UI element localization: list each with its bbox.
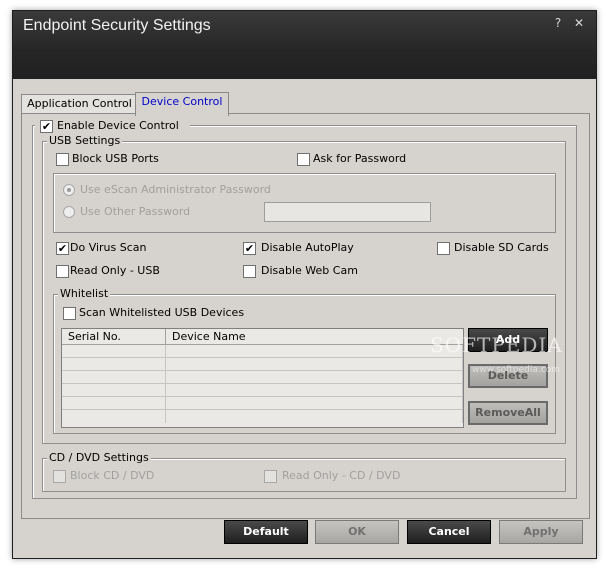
read-only-usb-label: Read Only - USB [70,264,160,277]
table-row[interactable] [166,384,463,397]
table-row[interactable] [62,358,166,371]
disable-autoplay-label: Disable AutoPlay [261,241,354,254]
block-cd-dvd-checkbox[interactable] [53,470,66,483]
table-row[interactable] [166,371,463,384]
table-row[interactable] [62,384,166,397]
table-row[interactable] [166,397,463,410]
admin-password-label: Use eScan Administrator Password [80,183,271,196]
scan-whitelisted-checkbox[interactable] [63,307,76,320]
table-row[interactable] [62,397,166,410]
usb-settings-label: USB Settings [47,134,123,147]
other-password-label: Use Other Password [80,205,191,218]
remove-all-button[interactable]: RemoveAll [468,401,548,425]
table-row[interactable] [166,345,463,358]
enable-device-control-checkbox[interactable]: ✔ [40,120,53,133]
column-header-device-name[interactable]: Device Name [166,329,463,345]
disable-web-cam-checkbox[interactable] [243,265,256,278]
apply-button[interactable]: Apply [499,520,583,544]
disable-sd-cards-checkbox[interactable] [437,242,450,255]
help-button[interactable]: ? [548,15,568,31]
column-header-serial[interactable]: Serial No. [62,329,166,345]
window-title: Endpoint Security Settings [23,17,211,34]
table-row[interactable] [62,345,166,358]
disable-web-cam-label: Disable Web Cam [261,264,358,277]
softpedia-watermark-url: www.softpedia.com [472,365,560,375]
ask-for-password-label: Ask for Password [313,152,407,165]
do-virus-scan-label: Do Virus Scan [70,241,147,254]
tab-application-control[interactable]: Application Control [21,94,138,115]
block-usb-ports-label: Block USB Ports [72,152,159,165]
settings-window: Endpoint Security Settings ? ✕ Applicati… [12,10,597,559]
table-row[interactable] [166,410,463,423]
cd-dvd-settings-label: CD / DVD Settings [47,451,151,464]
disable-sd-cards-label: Disable SD Cards [454,241,549,254]
default-button[interactable]: Default [224,520,308,544]
softpedia-watermark: SOFTPEDIA [430,333,563,357]
table-row[interactable] [62,371,166,384]
disable-autoplay-checkbox[interactable]: ✔ [243,242,256,255]
scan-whitelisted-label: Scan Whitelisted USB Devices [79,306,245,319]
ok-button[interactable]: OK [315,520,399,544]
ask-for-password-checkbox[interactable] [297,153,310,166]
whitelist-table[interactable]: Serial No. Device Name [61,328,464,428]
read-only-usb-checkbox[interactable] [56,265,69,278]
tab-device-control[interactable]: Device Control [135,92,229,116]
close-button[interactable]: ✕ [569,15,589,31]
do-virus-scan-checkbox[interactable]: ✔ [56,242,69,255]
table-row[interactable] [166,358,463,371]
title-bar: Endpoint Security Settings ? ✕ [13,11,596,79]
read-only-cd-dvd-checkbox[interactable] [264,470,277,483]
enable-device-control-label: Enable Device Control [57,119,179,132]
read-only-cd-dvd-label: Read Only - CD / DVD [282,469,401,482]
cancel-button[interactable]: Cancel [407,520,491,544]
other-password-field[interactable] [264,202,431,222]
other-password-radio[interactable] [63,206,75,218]
block-usb-ports-checkbox[interactable] [56,153,69,166]
table-row[interactable] [62,410,166,423]
whitelist-label: Whitelist [58,287,111,300]
block-cd-dvd-label: Block CD / DVD [70,469,155,482]
admin-password-radio[interactable] [63,184,75,196]
